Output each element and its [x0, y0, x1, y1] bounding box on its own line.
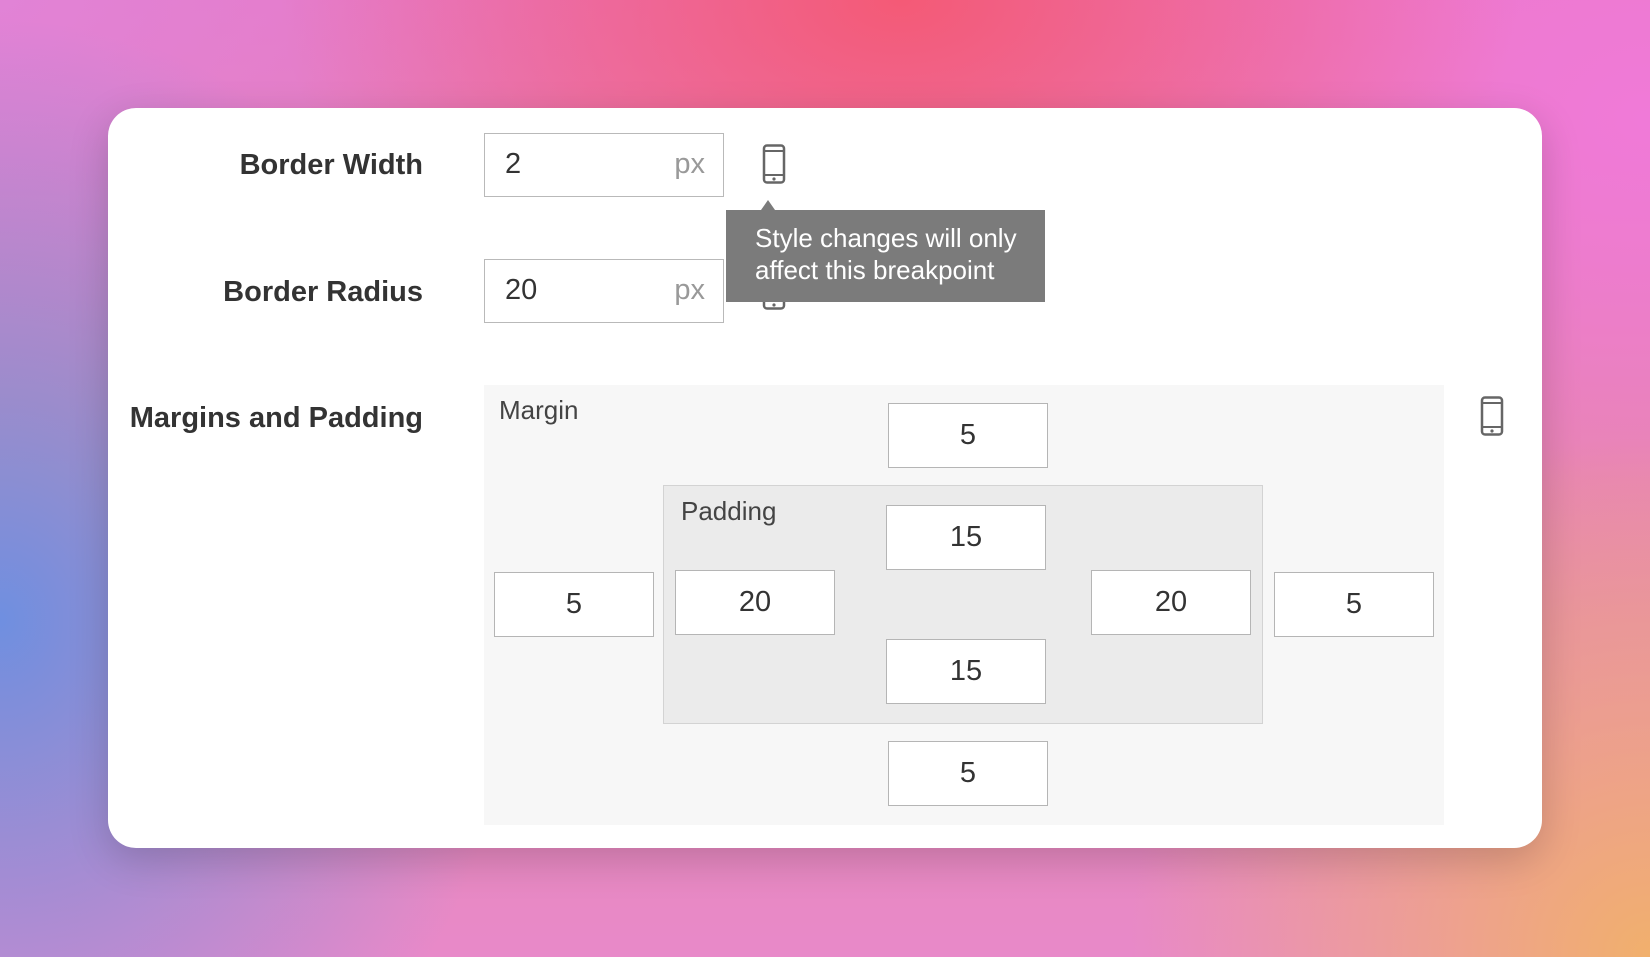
padding-label: Padding [681, 496, 777, 526]
border-radius-unit: px [674, 274, 705, 306]
border-width-input[interactable]: 2 px [484, 133, 724, 197]
margin-label: Margin [499, 395, 579, 425]
margin-top-input[interactable]: 5 [888, 403, 1048, 468]
padding-right-input[interactable]: 20 [1091, 570, 1251, 635]
tooltip-arrow [761, 200, 775, 210]
tooltip-text-line1: Style changes will only [755, 223, 1017, 253]
border-width-unit: px [674, 148, 705, 180]
padding-top-input[interactable]: 15 [886, 505, 1046, 570]
breakpoint-tooltip: Style changes will only affect this brea… [726, 200, 1045, 302]
tooltip-text-line2: affect this breakpoint [755, 255, 995, 285]
margin-right-input[interactable]: 5 [1274, 572, 1434, 637]
border-width-value: 2 [505, 148, 522, 180]
margin-left-input[interactable]: 5 [494, 572, 654, 637]
padding-bottom-input[interactable]: 15 [886, 639, 1046, 704]
border-width-label: Border Width [239, 149, 423, 181]
mobile-phone-icon[interactable] [1480, 396, 1504, 436]
border-radius-label: Border Radius [223, 276, 423, 308]
padding-left-input[interactable]: 20 [675, 570, 835, 635]
border-radius-value: 20 [505, 274, 538, 306]
border-radius-input[interactable]: 20 px [484, 259, 724, 323]
margin-bottom-input[interactable]: 5 [888, 741, 1048, 806]
mobile-phone-icon[interactable] [762, 144, 786, 184]
margins-padding-label: Margins and Padding [129, 402, 423, 434]
